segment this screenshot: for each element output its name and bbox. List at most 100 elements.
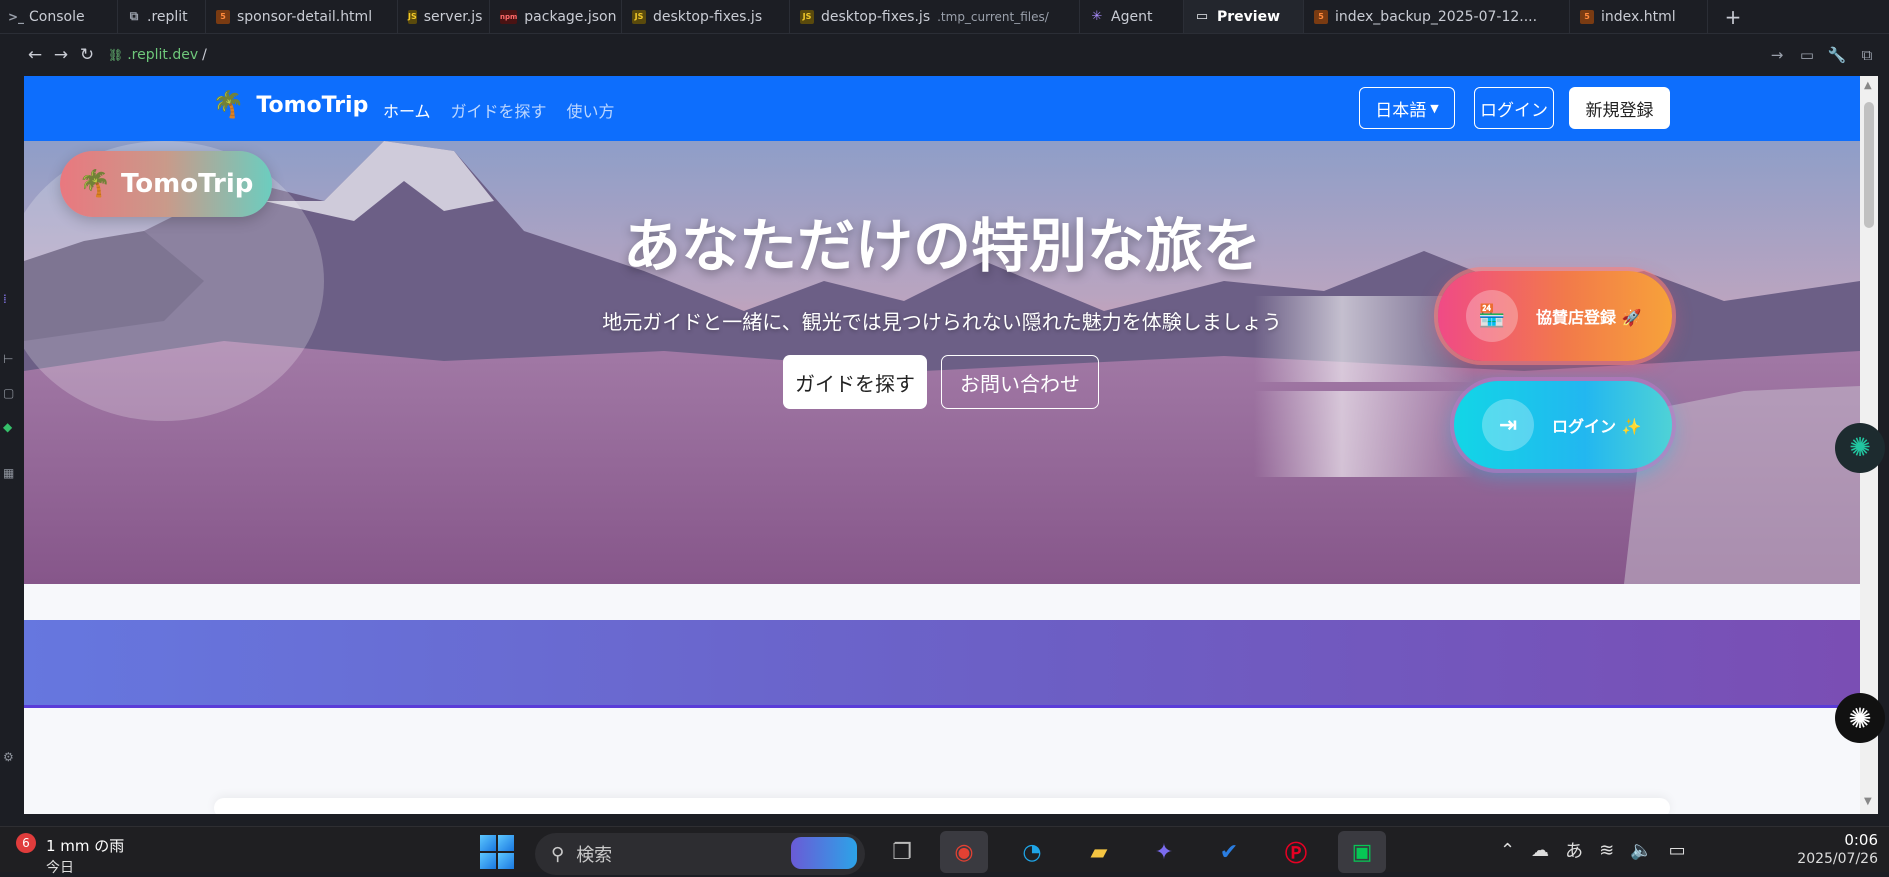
link-icon: ⛓ [108, 48, 124, 62]
open-external-icon[interactable]: ⧉ [1857, 46, 1877, 64]
js-file-icon: JS [408, 9, 417, 24]
find-guide-button[interactable]: ガイドを探す [783, 355, 927, 409]
url-path: / [202, 47, 207, 63]
preview-frame: 🌴 TomoTrip ホーム ガイドを探す 使い方 日本語 ▼ ログイン 新規登… [24, 76, 1860, 814]
sponsor-register-button[interactable]: 🏪 協賛店登録 🚀 [1438, 271, 1672, 361]
new-tab-button[interactable]: + [1708, 0, 1758, 33]
site-brand[interactable]: 🌴 TomoTrip [212, 90, 368, 120]
html-file-icon: 5 [216, 9, 230, 24]
task-view-icon[interactable]: ❐ [878, 831, 926, 873]
settings-icon[interactable]: ⚙ [3, 750, 14, 764]
language-label: 日本語 [1375, 100, 1427, 121]
weather-day: 今日 [46, 860, 74, 876]
scrollbar-thumb[interactable] [1864, 102, 1874, 228]
js-file-icon: JS [632, 9, 646, 24]
file-explorer-icon[interactable]: ▰ [1075, 831, 1123, 873]
pinterest-icon[interactable]: Ⓟ [1272, 831, 1320, 873]
reload-icon[interactable]: ↻ [74, 42, 100, 68]
url-domain: .replit.dev [127, 47, 199, 63]
back-arrow-icon[interactable]: ← [22, 42, 48, 68]
git-icon[interactable]: ◆ [3, 420, 12, 434]
nav-link-how-to[interactable]: 使い方 [567, 98, 615, 122]
sign-in-icon: ⇥ [1482, 399, 1534, 451]
agent-icon[interactable]: ⁞ [3, 292, 7, 306]
hero-section: 🌴 TomoTrip あなただけの特別な旅を 地元ガイドと一緒に、観光では見つけ… [24, 141, 1860, 584]
ime-indicator[interactable]: あ [1565, 837, 1583, 863]
html-file-icon: 5 [1580, 9, 1594, 24]
tab-sublabel: .tmp_current_files/ [937, 9, 1049, 24]
tab-desktop-fixes-js-tmp[interactable]: JS desktop-fixes.js .tmp_current_files/ [790, 0, 1080, 33]
devtools-wrench-icon[interactable]: 🔧 [1827, 46, 1847, 64]
search-icon: ⚲ [551, 843, 565, 865]
tab-sponsor-detail-html[interactable]: 5 sponsor-detail.html [206, 0, 398, 33]
m365-copilot-icon[interactable]: ✦ [1140, 831, 1188, 873]
preview-address-bar: ← → ↻ ⛓ .replit.dev / → ▭ 🔧 ⧉ [22, 35, 1889, 75]
taskbar-search-box[interactable]: ⚲ 検索 [535, 833, 865, 875]
nav-link-find-guide[interactable]: ガイドを探す [451, 98, 547, 122]
tab-server-js[interactable]: JS server.js [398, 0, 490, 33]
weather-text: 1 mm の雨 [46, 837, 125, 855]
scroll-down-icon[interactable]: ▼ [1864, 796, 1872, 807]
panel-icon[interactable]: ⊢ [3, 352, 13, 366]
tab-label: desktop-fixes.js [821, 8, 931, 25]
search-placeholder: 検索 [576, 845, 613, 866]
grid-icon[interactable]: ▦ [3, 466, 14, 480]
console-icon: >_ [7, 9, 25, 24]
nav-login-button[interactable]: ログイン [1474, 87, 1554, 129]
tab-agent[interactable]: ✳ Agent [1080, 0, 1184, 33]
edge-icon[interactable]: ◔ [1008, 831, 1056, 873]
language-dropdown[interactable]: 日本語 ▼ [1359, 87, 1455, 129]
sponsor-register-label: 協賛店登録 🚀 [1536, 308, 1642, 327]
replit-config-icon: ⧉ [129, 9, 139, 23]
volume-icon[interactable]: 🔈 [1630, 840, 1652, 861]
address-actions: → ▭ 🔧 ⧉ [1767, 46, 1889, 64]
ide-left-gutter: ⁞ ⊢ ▢ ◆ ▦ ⚙ [0, 34, 22, 824]
chrome-icon[interactable]: ◉ [940, 831, 988, 873]
line-app-icon[interactable]: ▣ [1338, 831, 1386, 873]
tab-console[interactable]: >_ Console [0, 0, 118, 33]
tab-preview[interactable]: ▭ Preview [1184, 0, 1304, 33]
tab-label: sponsor-detail.html [237, 8, 373, 25]
panel-icon[interactable]: ▢ [3, 386, 14, 400]
taskbar-clock[interactable]: 0:06 2025/07/26 [1768, 831, 1878, 867]
tab-replit[interactable]: ⧉ .replit [118, 0, 206, 33]
floating-brand-name: TomoTrip [121, 169, 254, 199]
store-icon: 🏪 [1466, 290, 1518, 342]
tab-label: index_backup_2025-07-12.... [1335, 8, 1538, 25]
windows-taskbar: 6 1 mm の雨 今日 ⚲ 検索 ❐ ◉ ◔ ▰ ✦ ✔ Ⓟ ▣ ⌃ ☁ あ … [0, 826, 1889, 876]
contact-button[interactable]: お問い合わせ [941, 355, 1099, 409]
json-file-icon: npm [500, 9, 518, 24]
tab-label: Preview [1217, 8, 1281, 25]
tab-label: index.html [1601, 8, 1676, 25]
wifi-icon[interactable]: ≋ [1599, 840, 1614, 861]
todo-check-icon[interactable]: ✔ [1205, 831, 1253, 873]
search-highlight-image [791, 837, 857, 869]
onedrive-cloud-icon[interactable]: ☁ [1531, 840, 1549, 861]
palm-tree-icon: 🌴 [212, 90, 245, 120]
device-monitor-icon[interactable]: ▭ [1797, 46, 1817, 64]
tab-label: server.js [423, 8, 483, 25]
windows-start-icon[interactable] [480, 835, 514, 869]
nav-links: ホーム ガイドを探す 使い方 [383, 98, 615, 122]
clock-time: 0:06 [1844, 831, 1878, 849]
tab-desktop-fixes-js[interactable]: JS desktop-fixes.js [622, 0, 790, 33]
go-arrow-icon[interactable]: → [1767, 46, 1787, 64]
content-card [214, 798, 1670, 814]
tab-index-html[interactable]: 5 index.html [1570, 0, 1708, 33]
ide-tab-bar: >_ Console ⧉ .replit 5 sponsor-detail.ht… [0, 0, 1889, 34]
tab-index-backup-html[interactable]: 5 index_backup_2025-07-12.... [1304, 0, 1570, 33]
nav-link-home[interactable]: ホーム [383, 98, 431, 122]
floating-login-button[interactable]: ⇥ ログイン ✨ [1454, 381, 1672, 469]
ai-assistant-icon[interactable]: ✺ [1835, 423, 1885, 473]
caret-down-icon: ▼ [1430, 101, 1439, 115]
show-hidden-icons-chevron-icon[interactable]: ⌃ [1500, 840, 1515, 861]
forward-arrow-icon[interactable]: → [48, 42, 74, 68]
battery-icon[interactable]: ▭ [1669, 840, 1686, 861]
nav-signup-button[interactable]: 新規登録 [1569, 87, 1670, 129]
chatgpt-icon[interactable]: ✺ [1835, 693, 1885, 743]
url-field[interactable]: ⛓ .replit.dev / [108, 42, 1767, 68]
tab-label: .replit [147, 8, 188, 25]
scroll-up-icon[interactable]: ▲ [1864, 80, 1872, 91]
tab-package-json[interactable]: npm package.json [490, 0, 622, 33]
palm-tree-icon: 🌴 [78, 169, 112, 199]
